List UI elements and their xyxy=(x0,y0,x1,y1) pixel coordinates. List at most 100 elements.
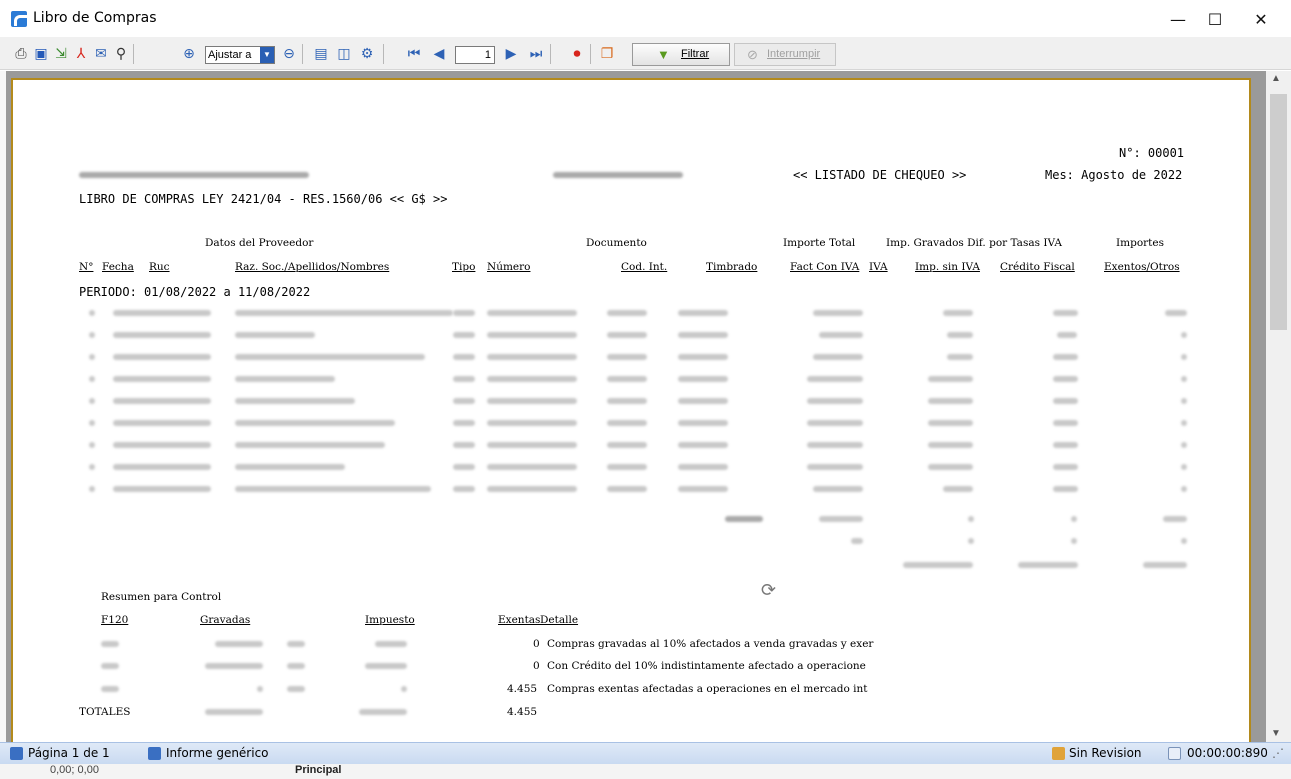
status-bar: Página 1 de 1 Informe genérico Sin Revis… xyxy=(0,742,1291,764)
two-page-icon[interactable]: ◫ xyxy=(335,45,353,63)
report-icon xyxy=(148,747,161,760)
find-icon[interactable]: ⚲ xyxy=(112,45,130,63)
group-importe-total: Importe Total xyxy=(783,237,856,249)
summary-col-exentas: Exentas xyxy=(498,614,541,626)
col-razon: Raz. Soc./Apellidos/Nombres xyxy=(235,261,390,273)
prev-page-icon[interactable]: ◀ xyxy=(430,45,448,63)
summary-totals-row: TOTALES 4.455 xyxy=(13,706,1249,728)
summary-row: 0 Con Crédito del 10% indistintamente af… xyxy=(13,660,1249,682)
zoom-value: Ajustar a xyxy=(208,49,252,61)
copy-icon[interactable]: ❐ xyxy=(598,45,616,63)
pdf-icon[interactable]: ⅄ xyxy=(72,45,90,63)
last-page-icon[interactable]: ⏭ xyxy=(527,45,545,63)
summary-col-impuesto: Impuesto xyxy=(365,614,415,626)
funnel-icon: ▼ xyxy=(657,47,670,62)
chevron-down-icon[interactable]: ▼ xyxy=(260,47,274,63)
table-row xyxy=(13,464,1249,486)
toolbar-separator xyxy=(383,44,384,64)
scroll-up-icon[interactable]: ▲ xyxy=(1271,73,1281,84)
periodo: PERIODO: 01/08/2022 a 11/08/2022 xyxy=(79,285,311,299)
toolbar-separator xyxy=(550,44,551,64)
totals-row xyxy=(13,562,1249,584)
stop-icon[interactable]: ⏺ xyxy=(568,45,586,63)
toolbar: ⎙ ▣ ⇲ ⅄ ✉ ⚲ ⊕ Ajustar a ▼ ⊖ ▤ ◫ ⚙ ⏮ ◀ 1 … xyxy=(0,38,1291,70)
totals-row xyxy=(13,516,1249,538)
redacted-ruc xyxy=(553,172,683,178)
left-strip xyxy=(0,71,6,742)
group-proveedor: Datos del Proveedor xyxy=(205,237,314,249)
first-page-icon[interactable]: ⏮ xyxy=(405,45,423,63)
col-iva: IVA xyxy=(869,261,888,273)
filter-button[interactable]: ▼ Filtrar xyxy=(632,43,730,66)
interrupt-icon: ⊘ xyxy=(747,47,758,62)
report-title: << LISTADO DE CHEQUEO >> xyxy=(793,168,967,182)
page-number-input[interactable]: 1 xyxy=(455,46,495,64)
summary-totales-exentas: 4.455 xyxy=(507,706,538,718)
toolbar-separator xyxy=(133,44,134,64)
toolbar-separator xyxy=(302,44,303,64)
scroll-thumb[interactable] xyxy=(1270,94,1287,330)
report-subtitle: LIBRO DE COMPRAS LEY 2421/04 - RES.1560/… xyxy=(79,192,448,206)
table-row xyxy=(13,442,1249,464)
zoom-in-icon[interactable]: ⊕ xyxy=(180,45,198,63)
email-icon[interactable]: ✉ xyxy=(92,45,110,63)
zoom-out-icon[interactable]: ⊖ xyxy=(280,45,298,63)
coords-readout: 0,00; 0,00 xyxy=(50,764,99,776)
interrupt-label: Interrumpir xyxy=(767,48,821,60)
save-icon[interactable]: ▣ xyxy=(32,45,50,63)
table-row xyxy=(13,354,1249,376)
revision-icon xyxy=(1052,747,1065,760)
col-cod-int: Cod. Int. xyxy=(621,261,668,273)
close-button[interactable]: ✕ xyxy=(1238,0,1284,38)
summary-detalle: Con Crédito del 10% indistintamente afec… xyxy=(547,660,866,672)
background-tab[interactable]: Principal xyxy=(295,764,341,776)
col-numero: Número xyxy=(487,261,531,273)
settings-icon[interactable]: ⚙ xyxy=(358,45,376,63)
resize-grip-icon[interactable]: ⋰ xyxy=(1272,746,1284,760)
table-row xyxy=(13,310,1249,332)
summary-exentas: 0 xyxy=(533,638,540,650)
group-documento: Documento xyxy=(586,237,647,249)
timer-icon xyxy=(1168,747,1181,760)
group-gravados: Imp. Gravados Dif. por Tasas IVA xyxy=(886,237,1062,249)
summary-col-gravadas: Gravadas xyxy=(200,614,251,626)
summary-exentas: 0 xyxy=(533,660,540,672)
export-icon[interactable]: ⇲ xyxy=(52,45,70,63)
col-n: N° xyxy=(79,261,94,273)
summary-row: 4.455 Compras exentas afectadas a operac… xyxy=(13,683,1249,705)
status-page: Página 1 de 1 xyxy=(28,746,110,760)
summary-row: 0 Compras gravadas al 10% afectados a ve… xyxy=(13,638,1249,660)
summary-totales-label: TOTALES xyxy=(79,706,131,718)
table-row xyxy=(13,420,1249,442)
status-revision: Sin Revision xyxy=(1069,746,1142,760)
totals-row xyxy=(13,538,1249,560)
summary-detalle: Compras exentas afectadas a operaciones … xyxy=(547,683,868,695)
table-row xyxy=(13,486,1249,508)
col-ruc: Ruc xyxy=(149,261,170,273)
next-page-icon[interactable]: ▶ xyxy=(502,45,520,63)
scroll-down-icon[interactable]: ▼ xyxy=(1271,728,1281,739)
col-fecha: Fecha xyxy=(102,261,134,273)
col-exentos: Exentos/Otros xyxy=(1104,261,1180,273)
status-timer: 00:00:00:890 xyxy=(1187,746,1268,760)
interrupt-button[interactable]: ⊘ Interrumpir xyxy=(734,43,836,66)
table-row xyxy=(13,376,1249,398)
summary-col-f120: F120 xyxy=(101,614,129,626)
col-imp-sin-iva: Imp. sin IVA xyxy=(915,261,980,273)
col-fact-con-iva: Fact Con IVA xyxy=(790,261,860,273)
report-month: Mes: Agosto de 2022 xyxy=(1045,168,1183,182)
col-credito-fiscal: Crédito Fiscal xyxy=(1000,261,1075,273)
summary-detalle: Compras gravadas al 10% afectados a vend… xyxy=(547,638,874,650)
table-row xyxy=(13,398,1249,420)
report-number: N°: 00001 xyxy=(1119,146,1185,160)
loading-icon: ⟳ xyxy=(761,580,777,601)
page-icon xyxy=(10,747,23,760)
summary-title: Resumen para Control xyxy=(101,591,222,603)
zoom-select[interactable]: Ajustar a ▼ xyxy=(205,46,275,64)
maximize-button[interactable]: ☐ xyxy=(1192,0,1238,38)
print-icon[interactable]: ⎙ xyxy=(12,45,30,63)
window-title: Libro de Compras xyxy=(33,10,157,26)
redacted-company xyxy=(79,172,309,178)
summary-col-detalle: Detalle xyxy=(540,614,579,626)
single-page-icon[interactable]: ▤ xyxy=(312,45,330,63)
